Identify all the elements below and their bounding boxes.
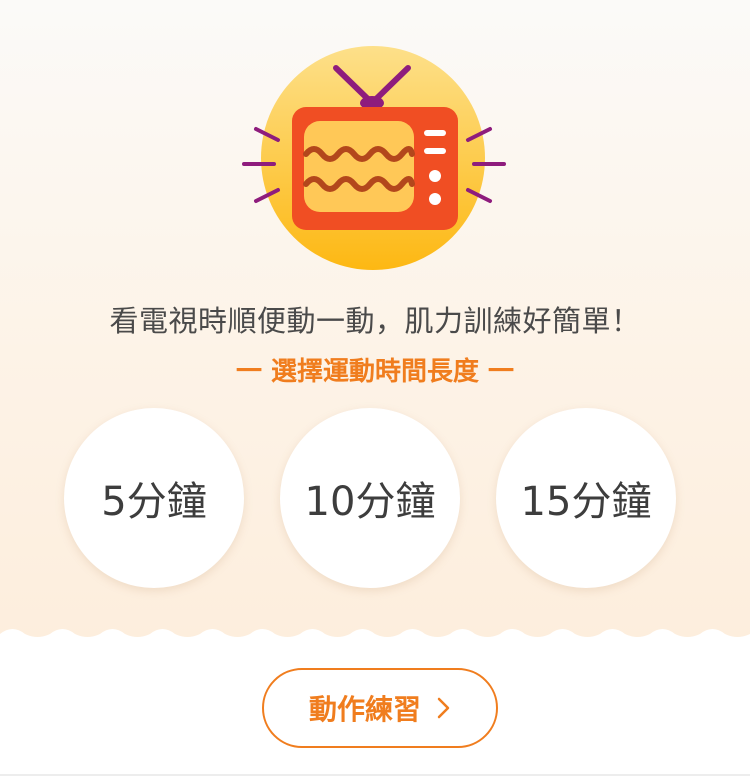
duration-option-15-min[interactable]: 15分鐘 [496, 408, 676, 588]
duration-option-10-min[interactable]: 10分鐘 [280, 408, 460, 588]
hero-section: 看電視時順便動一動，肌力訓練好簡單！ 一 選擇運動時間長度 一 5分鐘 10分鐘… [0, 0, 750, 640]
tv-icon [242, 46, 506, 270]
hero-headline: 看電視時順便動一動，肌力訓練好簡單！ [109, 304, 641, 338]
duration-options: 5分鐘 10分鐘 15分鐘 [0, 408, 750, 588]
duration-section-title: 一 選擇運動時間長度 一 [235, 357, 515, 387]
exercise-practice-label: 動作練習 [308, 693, 421, 726]
wave-divider [0, 629, 750, 652]
page: 看電視時順便動一動，肌力訓練好簡單！ 一 選擇運動時間長度 一 5分鐘 10分鐘… [0, 0, 750, 776]
duration-option-5-min[interactable]: 5分鐘 [64, 408, 244, 588]
exercise-practice-button[interactable]: 動作練習 [262, 668, 498, 748]
chevron-right-icon [437, 697, 450, 719]
